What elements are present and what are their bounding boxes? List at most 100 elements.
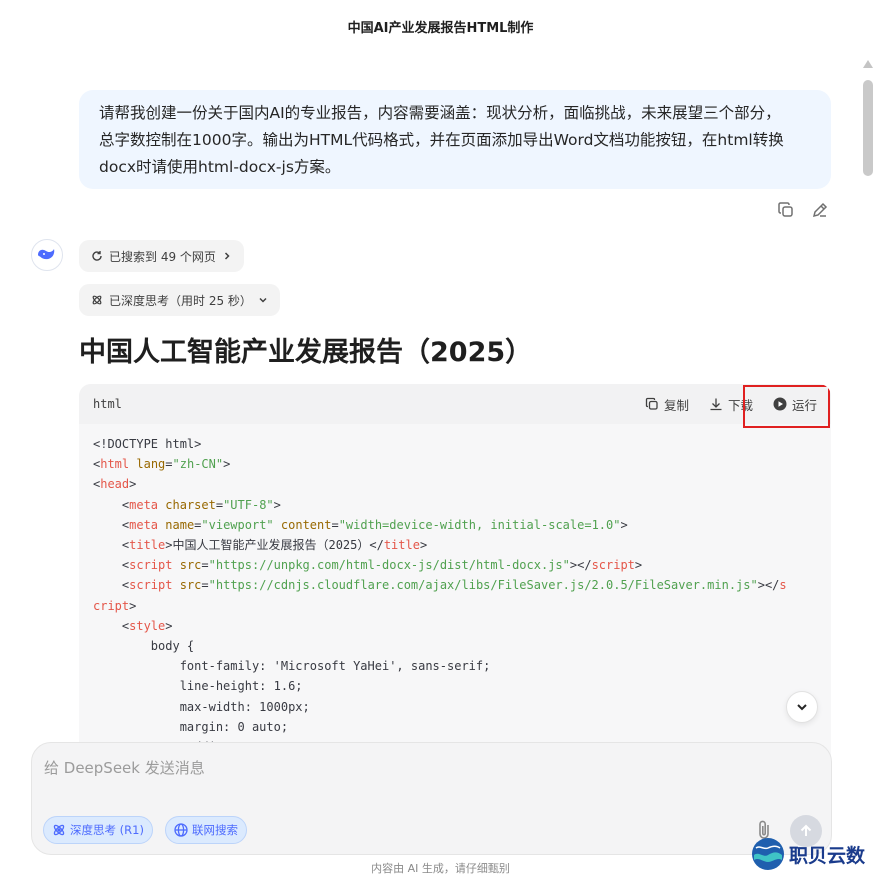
- code-token: =: [165, 457, 173, 472]
- code-token: <: [93, 578, 130, 593]
- scroll-up-arrow-icon[interactable]: [863, 60, 873, 68]
- code-line: body {: [93, 636, 817, 656]
- code-block: html 复制 下载 运行 <!DOCTYPE html> <html lang=…: [79, 384, 831, 784]
- code-token: >: [129, 598, 137, 613]
- code-token: >中国人工智能产业发展报告（2025）</: [165, 538, 384, 553]
- copy-code-button[interactable]: 复制: [645, 395, 689, 414]
- code-content: <!DOCTYPE html> <html lang="zh-CN"> <head>…: [79, 424, 831, 757]
- code-token: max-width: 1000px;: [93, 699, 310, 714]
- code-token: "https://cdnjs.cloudflare.com/ajax/libs/…: [208, 578, 758, 593]
- code-token: <: [93, 517, 130, 532]
- search-results-chip[interactable]: 已搜索到 49 个网页: [79, 240, 244, 272]
- code-line: <script src="https://cdnjs.cloudflare.co…: [93, 575, 817, 595]
- message-input[interactable]: [44, 757, 744, 797]
- deep-think-label: 深度思考 (R1): [70, 823, 144, 837]
- code-line: <script src="https://unpkg.com/html-docx…: [93, 555, 817, 575]
- scroll-thumb[interactable]: [863, 80, 873, 176]
- web-search-toggle[interactable]: 联网搜索: [165, 816, 247, 844]
- code-token: <: [93, 538, 130, 553]
- chevron-down-icon: [259, 297, 267, 303]
- title-bar: 中国AI产业发展报告HTML制作: [0, 0, 881, 52]
- watermark-text: 职贝云数: [789, 844, 866, 867]
- code-token: "width=device-width, initial-scale=1.0": [338, 517, 621, 532]
- code-line: <!DOCTYPE html>: [93, 434, 817, 454]
- code-token: =: [201, 578, 209, 593]
- user-message-line: 总字数控制在1000字。输出为HTML代码格式，并在页面添加导出Word文档功能…: [99, 131, 784, 149]
- code-token: =: [215, 497, 224, 512]
- code-language: html: [93, 397, 122, 411]
- copy-icon[interactable]: [776, 200, 796, 220]
- code-token: content: [280, 517, 332, 532]
- code-token: >: [273, 497, 281, 512]
- refresh-icon: [92, 251, 102, 261]
- code-token: =: [201, 558, 209, 573]
- code-token: cript: [93, 598, 130, 613]
- code-token: line-height: 1.6;: [93, 679, 303, 694]
- scrollbar[interactable]: [861, 60, 875, 840]
- code-token: <: [93, 618, 130, 633]
- code-token: title: [383, 538, 420, 553]
- scroll-to-bottom-button[interactable]: [786, 691, 818, 723]
- code-token: script: [129, 578, 173, 593]
- code-token: <: [93, 558, 130, 573]
- code-token: lang: [136, 457, 166, 472]
- code-token: script: [129, 558, 173, 573]
- code-token: name: [165, 517, 195, 532]
- deep-think-chip[interactable]: 已深度思考（用时 25 秒）: [79, 284, 280, 316]
- code-line: line-height: 1.6;: [93, 676, 817, 696]
- code-token: >: [620, 517, 628, 532]
- code-token: script: [591, 558, 635, 573]
- user-message: 请帮我创建一份关于国内AI的专业报告，内容需要涵盖：现状分析，面临挑战，未来展望…: [79, 90, 831, 189]
- copy-icon: [645, 397, 658, 410]
- code-line: <html lang="zh-CN">: [93, 454, 817, 474]
- edit-icon[interactable]: [810, 200, 830, 220]
- watermark: 职贝云数: [751, 837, 865, 871]
- code-token: "viewport": [201, 517, 274, 532]
- code-token: >: [634, 558, 643, 573]
- search-chip-label: 已搜索到 49 个网页: [109, 249, 216, 264]
- globe-icon: [174, 823, 188, 837]
- code-line: <head>: [93, 474, 817, 494]
- code-token: ></: [757, 578, 780, 593]
- code-token: >: [129, 477, 137, 492]
- deep-think-toggle[interactable]: 深度思考 (R1): [43, 816, 153, 844]
- atom-icon: [92, 295, 102, 305]
- code-token: body {: [93, 639, 195, 654]
- atom-icon: [53, 824, 65, 836]
- think-chip-label: 已深度思考（用时 25 秒）: [109, 293, 252, 308]
- code-token: >: [165, 618, 173, 633]
- code-token: <: [93, 497, 130, 512]
- user-message-line: 请帮我创建一份关于国内AI的专业报告，内容需要涵盖：现状分析，面临挑战，未来展望…: [99, 104, 781, 122]
- code-line: cript>: [93, 596, 817, 616]
- code-line: font-family: 'Microsoft YaHei', sans-ser…: [93, 656, 817, 676]
- code-line: max-width: 1000px;: [93, 697, 817, 717]
- code-token: s: [779, 578, 787, 593]
- download-icon: [710, 398, 722, 411]
- code-token: src: [179, 558, 202, 573]
- code-token: head: [100, 477, 130, 492]
- code-token: >: [223, 457, 231, 472]
- user-message-line: docx时请使用html-docx-js方案。: [99, 158, 341, 176]
- code-token: title: [129, 538, 166, 553]
- code-line: <meta name="viewport" content="width=dev…: [93, 515, 817, 535]
- code-token: "https://unpkg.com/html-docx-js/dist/htm…: [208, 558, 570, 573]
- run-highlight-box: [743, 385, 830, 428]
- code-token: html: [100, 457, 130, 472]
- code-token: style: [129, 618, 166, 633]
- code-line: <meta charset="UTF-8">: [93, 495, 817, 515]
- message-composer: 深度思考 (R1) 联网搜索: [31, 742, 832, 855]
- ai-disclaimer: 内容由 AI 生成，请仔细甄别: [371, 862, 510, 875]
- whale-logo-icon: [38, 249, 55, 260]
- code-token: font-family: 'Microsoft YaHei', sans-ser…: [93, 659, 491, 674]
- web-search-label: 联网搜索: [192, 823, 238, 837]
- copy-code-label: 复制: [663, 397, 689, 413]
- code-token: ></: [569, 558, 592, 573]
- code-token: "zh-CN": [172, 457, 224, 472]
- code-token: src: [179, 578, 202, 593]
- chevron-down-icon: [797, 704, 807, 711]
- page-title: 中国AI产业发展报告HTML制作: [347, 20, 534, 36]
- code-header: html 复制 下载 运行: [79, 384, 831, 428]
